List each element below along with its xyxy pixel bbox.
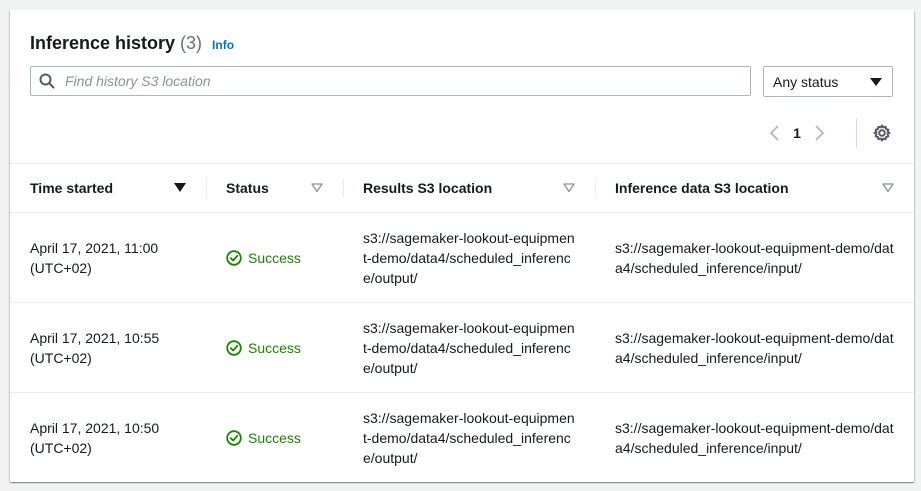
status-success-icon bbox=[226, 249, 242, 266]
pagination: 1 bbox=[765, 122, 829, 144]
status-filter-select[interactable]: Any status bbox=[763, 66, 893, 97]
next-page-button[interactable] bbox=[809, 123, 829, 143]
search-field[interactable] bbox=[30, 66, 751, 96]
table-header-row: Time started Status Results S3 location … bbox=[10, 163, 914, 213]
page-title: Inference history bbox=[30, 33, 176, 53]
page-number-button[interactable]: 1 bbox=[785, 125, 809, 141]
column-header-status[interactable]: Status bbox=[206, 163, 343, 213]
chevron-right-icon bbox=[815, 125, 825, 141]
caret-down-icon bbox=[870, 77, 882, 86]
table-settings-button[interactable] bbox=[873, 124, 891, 142]
results-s3-location-cell: s3://sagemaker-lookout-equipment-demo/da… bbox=[343, 392, 595, 482]
column-header-results-s3-location[interactable]: Results S3 location bbox=[343, 163, 595, 213]
previous-page-button[interactable] bbox=[765, 123, 785, 143]
info-link[interactable]: Info bbox=[212, 38, 234, 52]
inference-history-panel: Inference history (3) Info Any status 1 bbox=[10, 10, 914, 482]
status-filter-value: Any status bbox=[773, 73, 839, 90]
sort-icon bbox=[311, 183, 323, 193]
results-s3-location-cell: s3://sagemaker-lookout-equipment-demo/da… bbox=[343, 212, 595, 303]
panel-header: Inference history (3) Info bbox=[30, 33, 234, 54]
sort-icon bbox=[882, 183, 894, 193]
time-started-date: April 17, 2021, 11:00 bbox=[30, 239, 159, 256]
sort-descending-icon bbox=[174, 183, 186, 192]
results-s3-location-cell: s3://sagemaker-lookout-equipment-demo/da… bbox=[343, 302, 595, 393]
search-input[interactable] bbox=[63, 67, 750, 95]
history-count: (3) bbox=[180, 33, 203, 53]
status-label: Success bbox=[248, 339, 301, 356]
inference-data-s3-location-cell: s3://sagemaker-lookout-equipment-demo/da… bbox=[595, 392, 914, 482]
table-row: April 17, 2021, 10:50 (UTC+02) Success s… bbox=[10, 392, 914, 482]
status-label: Success bbox=[248, 249, 301, 266]
status-cell: Success bbox=[206, 212, 343, 303]
gear-icon bbox=[873, 124, 891, 142]
column-label: Inference data S3 location bbox=[615, 180, 789, 196]
search-icon bbox=[39, 73, 55, 89]
column-label: Status bbox=[226, 180, 269, 196]
status-success-icon bbox=[226, 339, 242, 356]
status-success-icon bbox=[226, 429, 242, 446]
column-label: Results S3 location bbox=[363, 180, 493, 196]
time-started-cell: April 17, 2021, 11:00 (UTC+02) bbox=[10, 212, 206, 303]
column-header-inference-data-s3-location[interactable]: Inference data S3 location bbox=[595, 163, 914, 213]
chevron-left-icon bbox=[769, 125, 779, 141]
time-started-cell: April 17, 2021, 10:50 (UTC+02) bbox=[10, 392, 206, 482]
time-started-cell: April 17, 2021, 10:55 (UTC+02) bbox=[10, 302, 206, 393]
time-started-timezone: (UTC+02) bbox=[30, 259, 92, 276]
time-started-date: April 17, 2021, 10:50 bbox=[30, 419, 160, 436]
time-started-timezone: (UTC+02) bbox=[30, 349, 92, 366]
inference-history-table: Time started Status Results S3 location … bbox=[10, 163, 914, 482]
sort-icon bbox=[563, 183, 575, 193]
status-cell: Success bbox=[206, 392, 343, 482]
status-cell: Success bbox=[206, 302, 343, 393]
time-started-date: April 17, 2021, 10:55 bbox=[30, 329, 160, 346]
column-header-time-started[interactable]: Time started bbox=[10, 163, 206, 213]
column-label: Time started bbox=[30, 180, 113, 196]
pagination-divider bbox=[856, 118, 857, 148]
table-row: April 17, 2021, 11:00 (UTC+02) Success s… bbox=[10, 212, 914, 303]
table-row: April 17, 2021, 10:55 (UTC+02) Success s… bbox=[10, 302, 914, 393]
status-label: Success bbox=[248, 429, 301, 446]
time-started-timezone: (UTC+02) bbox=[30, 439, 92, 456]
inference-data-s3-location-cell: s3://sagemaker-lookout-equipment-demo/da… bbox=[595, 302, 914, 393]
inference-data-s3-location-cell: s3://sagemaker-lookout-equipment-demo/da… bbox=[595, 212, 914, 303]
